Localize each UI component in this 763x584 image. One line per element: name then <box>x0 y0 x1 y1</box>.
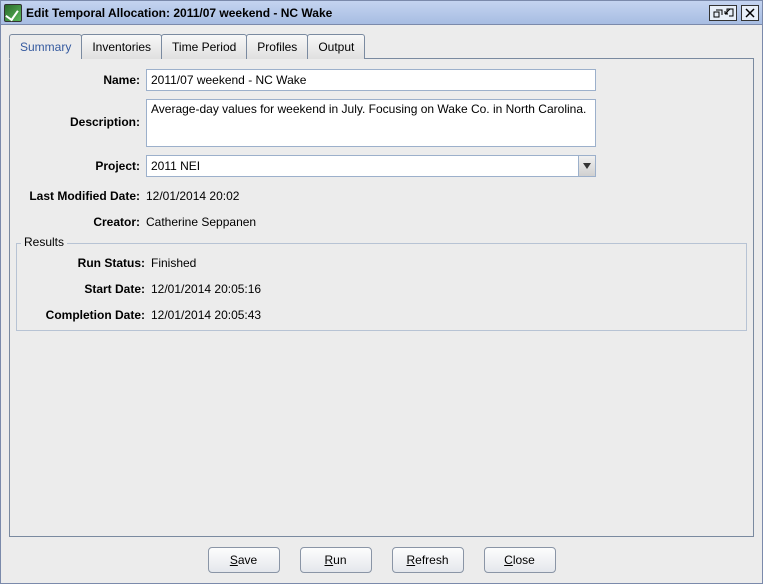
label-creator: Creator: <box>16 211 146 229</box>
tab-bar: Summary Inventories Time Period Profiles… <box>9 34 754 59</box>
name-input[interactable] <box>146 69 596 91</box>
close-window-button[interactable] <box>741 5 759 21</box>
results-legend: Results <box>21 235 67 249</box>
project-select-dropdown-button[interactable] <box>578 155 596 177</box>
label-start-date: Start Date: <box>21 278 151 296</box>
value-creator: Catherine Seppanen <box>146 211 747 229</box>
label-last-modified: Last Modified Date: <box>16 185 146 203</box>
label-name: Name: <box>16 69 146 87</box>
titlebar: Edit Temporal Allocation: 2011/07 weeken… <box>1 1 762 25</box>
project-select-value: 2011 NEI <box>146 155 578 177</box>
label-project: Project: <box>16 155 146 173</box>
tab-summary[interactable]: Summary <box>9 34 82 59</box>
tab-inventories[interactable]: Inventories <box>81 34 162 59</box>
value-run-status: Finished <box>151 252 742 270</box>
label-completion-date: Completion Date: <box>21 304 151 322</box>
description-input[interactable]: Average-day values for weekend in July. … <box>146 99 596 147</box>
tab-time-period[interactable]: Time Period <box>161 34 247 59</box>
label-run-status: Run Status: <box>21 252 151 270</box>
restore-maximize-buttons[interactable] <box>709 5 737 21</box>
button-row: Save Run Refresh Close <box>9 537 754 575</box>
chevron-down-icon <box>583 163 591 169</box>
content-area: Summary Inventories Time Period Profiles… <box>1 25 762 583</box>
value-completion-date: 12/01/2014 20:05:43 <box>151 304 742 322</box>
window-title: Edit Temporal Allocation: 2011/07 weeken… <box>26 6 709 20</box>
run-button[interactable]: Run <box>300 547 372 573</box>
app-icon <box>4 4 22 22</box>
temporal-allocation-window: Edit Temporal Allocation: 2011/07 weeken… <box>0 0 763 584</box>
tab-panel-summary: Name: Description: Average-day values fo… <box>9 58 754 537</box>
tab-output[interactable]: Output <box>307 34 365 59</box>
value-start-date: 12/01/2014 20:05:16 <box>151 278 742 296</box>
results-group: Results Run Status: Finished Start Date:… <box>16 243 747 331</box>
tab-profiles[interactable]: Profiles <box>246 34 308 59</box>
project-select[interactable]: 2011 NEI <box>146 155 596 177</box>
value-last-modified: 12/01/2014 20:02 <box>146 185 747 203</box>
save-button[interactable]: Save <box>208 547 280 573</box>
label-description: Description: <box>16 99 146 129</box>
refresh-button[interactable]: Refresh <box>392 547 464 573</box>
close-button[interactable]: Close <box>484 547 556 573</box>
